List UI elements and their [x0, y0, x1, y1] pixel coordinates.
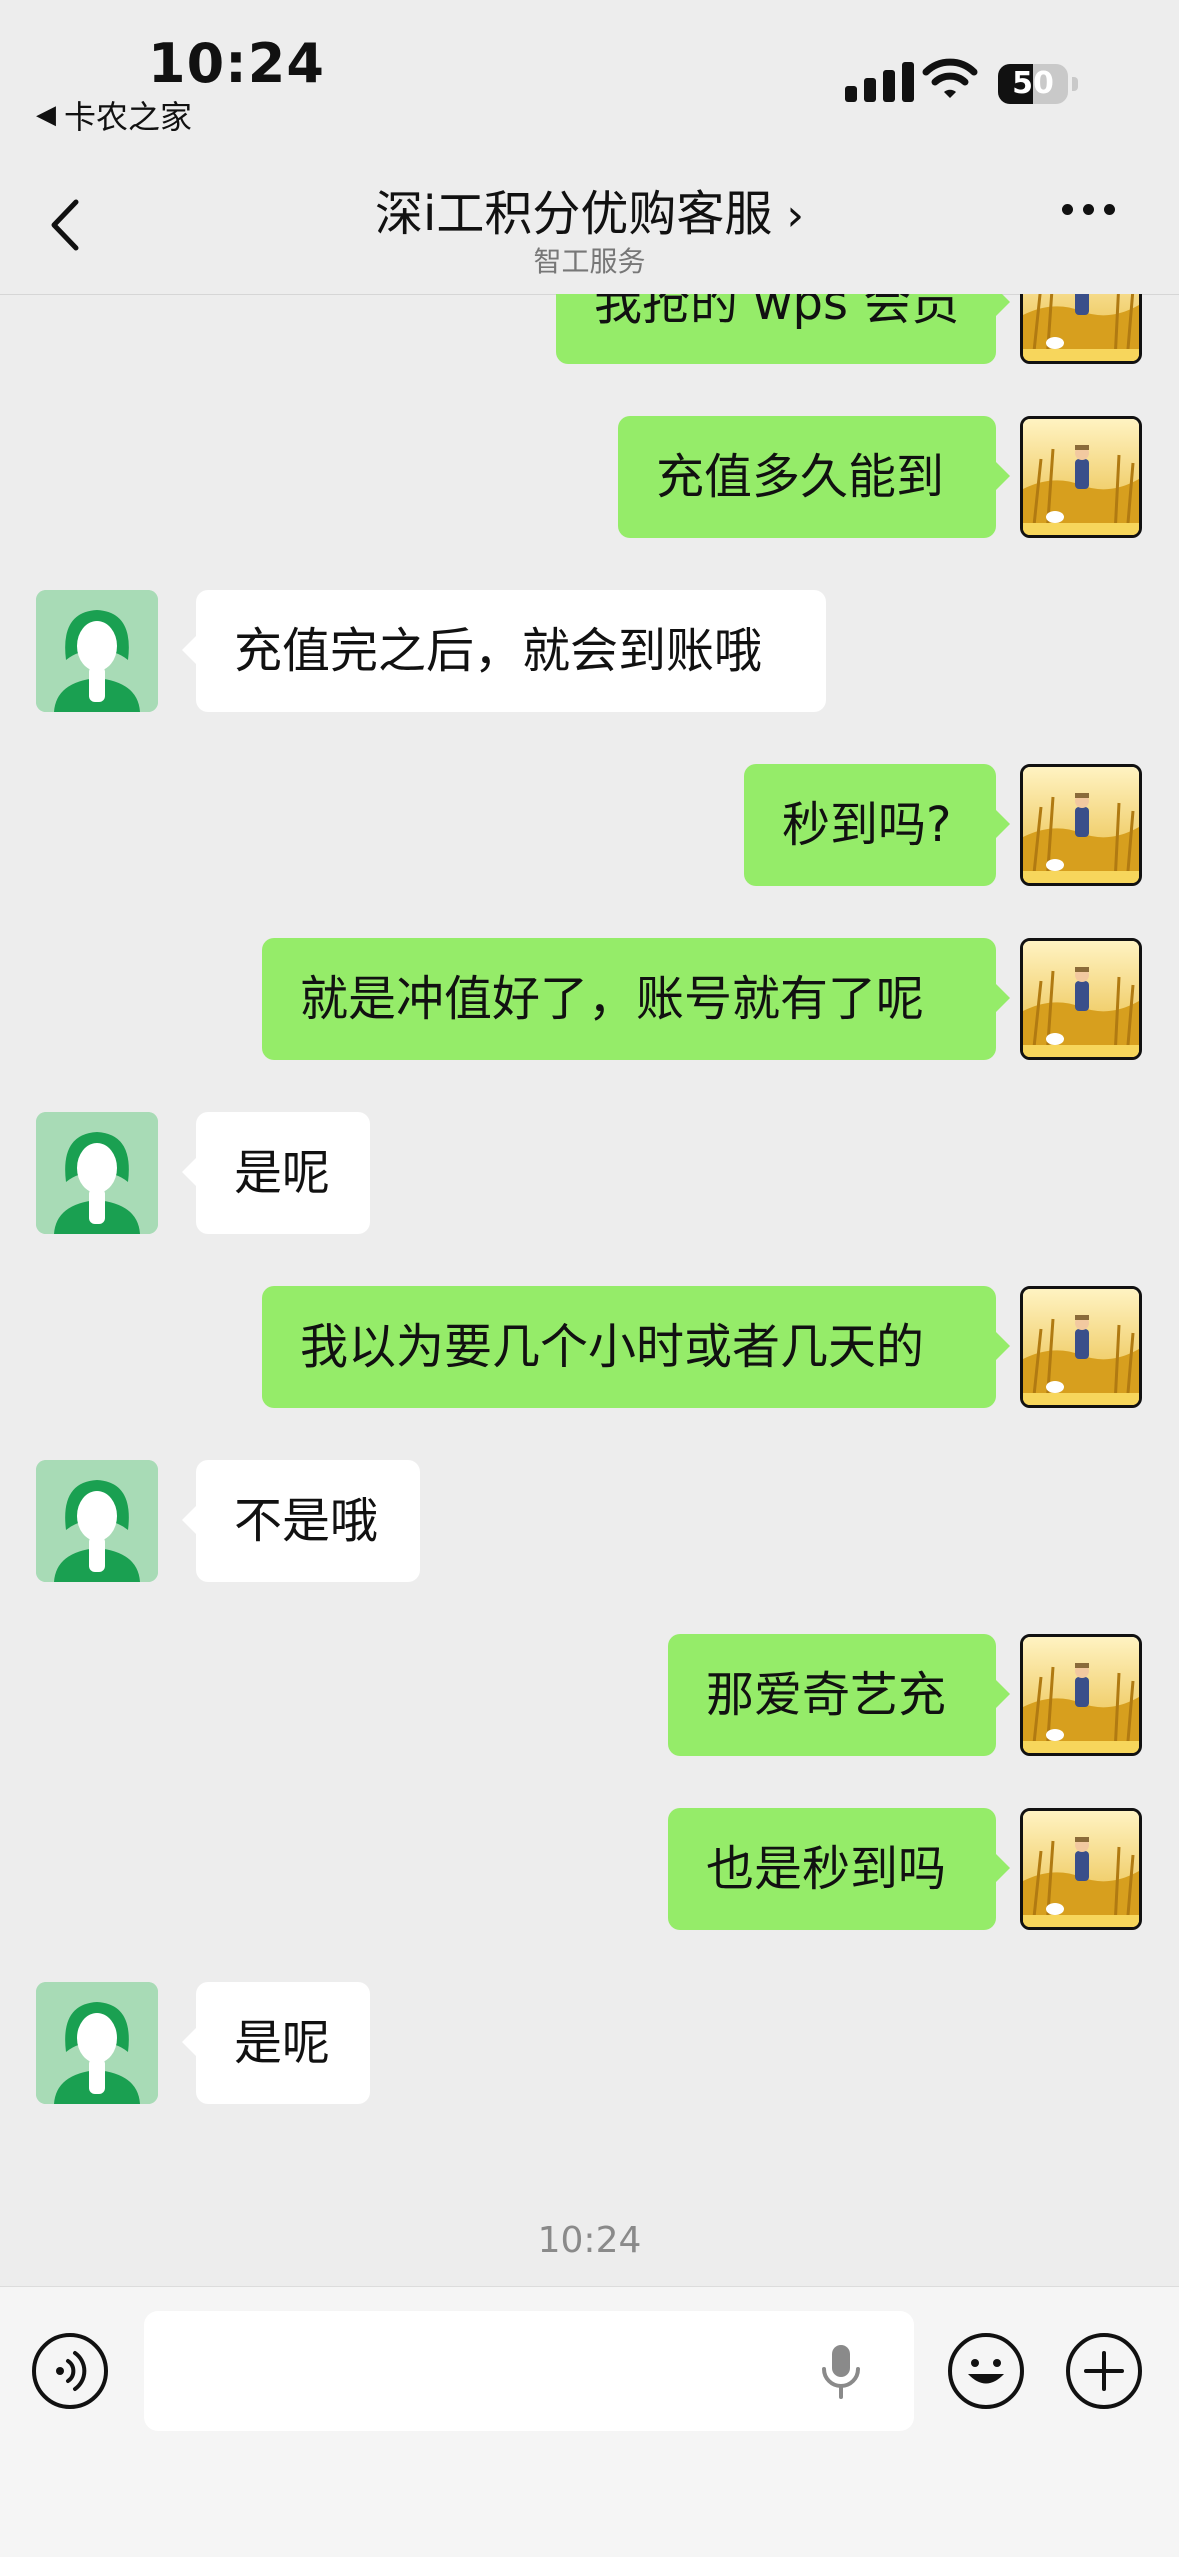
- sent-message-bubble[interactable]: 那爱奇艺充: [668, 1634, 1010, 1756]
- voice-mode-button[interactable]: [32, 2333, 108, 2409]
- agent-avatar[interactable]: [36, 1112, 158, 1234]
- microphone-icon[interactable]: [816, 2341, 866, 2403]
- my-avatar[interactable]: [1020, 294, 1142, 364]
- message-row: 充值多久能到: [0, 416, 1179, 540]
- wifi-icon: [922, 58, 978, 98]
- my-avatar[interactable]: [1020, 938, 1142, 1060]
- back-to-app-link[interactable]: ◀ 卡农之家: [36, 92, 192, 138]
- status-time: 10:24: [148, 32, 325, 95]
- message-row: 那爱奇艺充: [0, 1634, 1179, 1758]
- emoji-button[interactable]: [948, 2333, 1024, 2409]
- status-bar: 10:24 ◀ 卡农之家 50: [0, 0, 1179, 150]
- back-triangle-icon: ◀: [36, 100, 56, 130]
- back-app-label: 卡农之家: [64, 98, 193, 136]
- my-avatar[interactable]: [1020, 764, 1142, 886]
- received-message-bubble[interactable]: 充值完之后，就会到账哦: [182, 590, 826, 712]
- battery-percent: 50: [1012, 66, 1054, 101]
- sent-message-bubble[interactable]: 充值多久能到: [618, 416, 1010, 538]
- chat-subtitle: 智工服务: [533, 245, 646, 278]
- message-row: 是呢: [0, 1112, 1179, 1236]
- received-message-bubble[interactable]: 是呢: [182, 1112, 370, 1234]
- chat-header: 深i工积分优购客服 › 智工服务: [0, 150, 1179, 295]
- message-timestamp: 10:24: [537, 2220, 642, 2261]
- input-bar: [0, 2286, 1179, 2557]
- agent-avatar[interactable]: [36, 1982, 158, 2104]
- sent-message-bubble[interactable]: 我抢的 wps 会员: [556, 294, 1010, 364]
- emoji-icon: [968, 2359, 1004, 2384]
- message-row: 不是哦: [0, 1460, 1179, 1584]
- sent-message-bubble[interactable]: 也是秒到吗: [668, 1808, 1010, 1930]
- message-row: 我以为要几个小时或者几天的: [0, 1286, 1179, 1410]
- message-row: 是呢: [0, 1982, 1179, 2106]
- sent-message-bubble[interactable]: 我以为要几个小时或者几天的: [262, 1286, 1010, 1408]
- message-row: 充值完之后，就会到账哦: [0, 590, 1179, 714]
- more-options-button[interactable]: [1062, 204, 1115, 215]
- voice-mode-icon: [56, 2351, 87, 2391]
- cellular-signal-icon: [845, 62, 914, 102]
- message-input[interactable]: [144, 2311, 914, 2431]
- battery-icon: 50: [998, 64, 1078, 106]
- agent-avatar[interactable]: [36, 590, 158, 712]
- received-message-bubble[interactable]: 是呢: [182, 1982, 370, 2104]
- message-row: 就是冲值好了，账号就有了呢: [0, 938, 1179, 1062]
- chevron-right-icon: ›: [786, 190, 804, 241]
- my-avatar[interactable]: [1020, 1808, 1142, 1930]
- my-avatar[interactable]: [1020, 1286, 1142, 1408]
- message-row: 我抢的 wps 会员: [0, 294, 1179, 366]
- sent-message-bubble[interactable]: 秒到吗?: [744, 764, 1010, 886]
- message-list[interactable]: 我抢的 wps 会员充值多久能到充值完之后，就会到账哦秒到吗? 就是冲值好了，账号…: [0, 294, 1179, 2284]
- message-row: 秒到吗?: [0, 764, 1179, 888]
- plus-icon: [1084, 2351, 1124, 2391]
- my-avatar[interactable]: [1020, 1634, 1142, 1756]
- my-avatar[interactable]: [1020, 416, 1142, 538]
- sent-message-bubble[interactable]: 就是冲值好了，账号就有了呢: [262, 938, 1010, 1060]
- message-row: 也是秒到吗: [0, 1808, 1179, 1932]
- chat-title[interactable]: 深i工积分优购客服 ›: [0, 174, 1179, 244]
- chat-title-text: 深i工积分优购客服: [375, 186, 773, 242]
- plus-button[interactable]: [1066, 2333, 1142, 2409]
- received-message-bubble[interactable]: 不是哦: [182, 1460, 420, 1582]
- agent-avatar[interactable]: [36, 1460, 158, 1582]
